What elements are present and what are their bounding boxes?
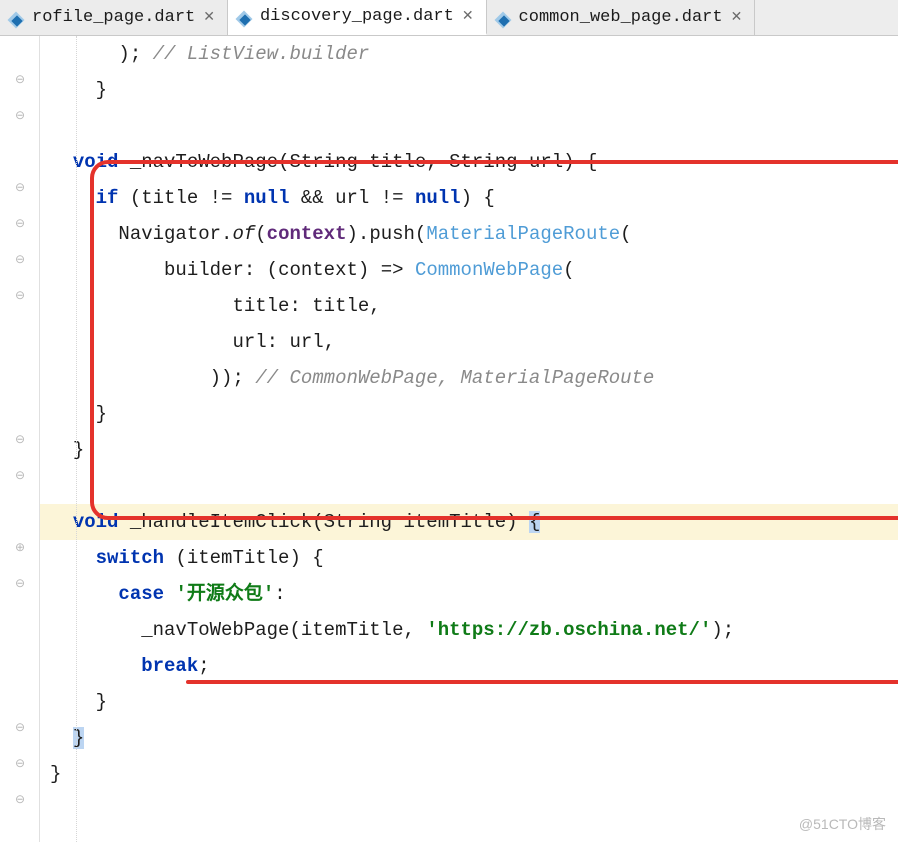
code-line[interactable]: }: [40, 756, 898, 792]
fold-marker-icon[interactable]: [14, 578, 26, 590]
tab-label: rofile_page.dart: [32, 8, 195, 27]
code-lines[interactable]: ); // ListView.builder } void _navToWebP…: [40, 36, 898, 842]
tab-label: discovery_page.dart: [260, 7, 454, 26]
code-line[interactable]: if (title != null && url != null) {: [40, 180, 898, 216]
code-line[interactable]: Navigator.of(context).push(MaterialPageR…: [40, 216, 898, 252]
close-icon[interactable]: ✕: [201, 9, 217, 26]
code-line[interactable]: title: title,: [40, 288, 898, 324]
fold-marker-icon[interactable]: [14, 434, 26, 446]
code-editor[interactable]: ); // ListView.builder } void _navToWebP…: [0, 36, 898, 842]
code-line[interactable]: )); // CommonWebPage, MaterialPageRoute: [40, 360, 898, 396]
code-line[interactable]: [40, 108, 898, 144]
fold-marker-icon[interactable]: [14, 110, 26, 122]
fold-marker-icon[interactable]: [14, 794, 26, 806]
tab-label: common_web_page.dart: [519, 8, 723, 27]
code-line[interactable]: break;: [40, 648, 898, 684]
fold-marker-icon[interactable]: [14, 254, 26, 266]
close-icon[interactable]: ✕: [460, 8, 476, 25]
dart-file-icon: [8, 9, 26, 27]
code-line[interactable]: case '开源众包':: [40, 576, 898, 612]
code-line[interactable]: }: [40, 72, 898, 108]
gutter: [0, 36, 40, 842]
editor-tabs: rofile_page.dart ✕ discovery_page.dart ✕…: [0, 0, 898, 36]
tab-discovery-page[interactable]: discovery_page.dart ✕: [228, 0, 487, 35]
fold-marker-icon[interactable]: [14, 218, 26, 230]
dart-file-icon: [236, 8, 254, 26]
fold-marker-icon[interactable]: [14, 290, 26, 302]
code-line[interactable]: void _navToWebPage(String title, String …: [40, 144, 898, 180]
watermark: @51CTO博客: [799, 814, 886, 834]
code-line[interactable]: [40, 468, 898, 504]
fold-marker-icon[interactable]: [14, 758, 26, 770]
code-line[interactable]: switch (itemTitle) {: [40, 540, 898, 576]
fold-marker-icon[interactable]: [14, 542, 26, 554]
code-line[interactable]: }: [40, 720, 898, 756]
fold-marker-icon[interactable]: [14, 182, 26, 194]
code-line[interactable]: }: [40, 432, 898, 468]
code-line[interactable]: void _handleItemClick(String itemTitle) …: [40, 504, 898, 540]
fold-marker-icon[interactable]: [14, 722, 26, 734]
code-line[interactable]: url: url,: [40, 324, 898, 360]
code-line[interactable]: ); // ListView.builder: [40, 36, 898, 72]
dart-file-icon: [495, 9, 513, 27]
fold-marker-icon[interactable]: [14, 470, 26, 482]
fold-marker-icon[interactable]: [14, 74, 26, 86]
close-icon[interactable]: ✕: [729, 9, 745, 26]
tab-profile-page[interactable]: rofile_page.dart ✕: [0, 0, 228, 35]
code-line[interactable]: }: [40, 684, 898, 720]
tab-common-web-page[interactable]: common_web_page.dart ✕: [487, 0, 756, 35]
code-line[interactable]: builder: (context) => CommonWebPage(: [40, 252, 898, 288]
code-line[interactable]: }: [40, 396, 898, 432]
code-line[interactable]: _navToWebPage(itemTitle, 'https://zb.osc…: [40, 612, 898, 648]
